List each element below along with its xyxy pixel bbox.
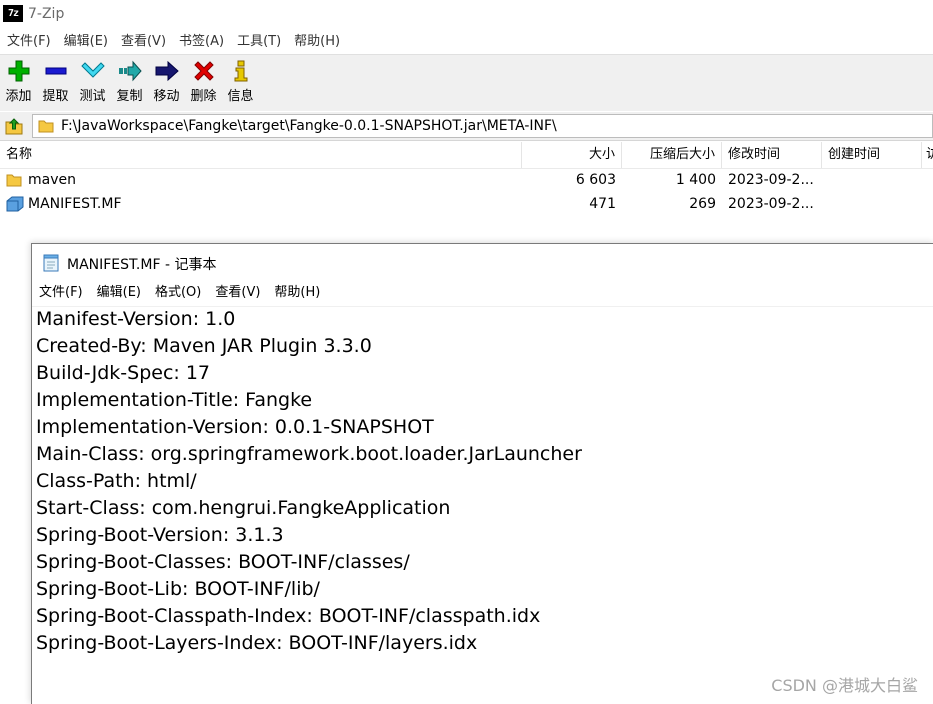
address-path: F:\JavaWorkspace\Fangke\target\Fangke-0.… [61,118,557,134]
notepad-text-area[interactable]: Manifest-Version: 1.0 Created-By: Maven … [36,306,933,704]
extract-button[interactable]: 提取 [37,55,74,111]
folder-icon [6,172,22,192]
column-name[interactable]: 名称 [0,142,522,168]
text-line: Spring-Boot-Lib: BOOT-INF/lib/ [36,578,320,600]
title-bar: 7z 7-Zip [0,0,933,30]
text-line: Main-Class: org.springframework.boot.loa… [36,443,582,465]
delete-button[interactable]: 删除 [185,55,222,111]
file-size: 471 [589,196,616,212]
text-line: Spring-Boot-Classes: BOOT-INF/classes/ [36,551,410,573]
toolbar: 添加 提取 测试 复制 移动 删除 信息 [0,54,933,111]
column-size[interactable]: 大小 [522,142,622,168]
notepad-menu-edit[interactable]: 编辑(E) [90,282,148,304]
column-created[interactable]: 创建时间 [822,142,922,168]
menu-view[interactable]: 查看(V) [115,31,172,53]
info-icon [229,59,253,83]
plus-icon [7,59,31,83]
copy-label: 复制 [116,89,143,104]
notepad-menu-file[interactable]: 文件(F) [32,282,90,304]
add-button[interactable]: 添加 [0,55,37,111]
file-size: 6 603 [575,172,616,188]
7zip-logo-icon: 7z [3,5,23,22]
folder-icon [38,118,54,138]
file-name: maven [28,172,76,188]
text-line: Spring-Boot-Classpath-Index: BOOT-INF/cl… [36,605,541,627]
file-name: MANIFEST.MF [28,196,122,212]
watermark: CSDN @港城大白鲨 [771,676,918,695]
file-modified: 2023-09-2... [728,172,814,188]
text-line: Spring-Boot-Layers-Index: BOOT-INF/layer… [36,632,478,654]
copy-arrow-icon [118,59,142,83]
file-list-header: 名称 大小 压缩后大小 修改时间 创建时间 访 [0,142,933,169]
menu-help[interactable]: 帮助(H) [288,31,346,53]
text-line: Implementation-Version: 0.0.1-SNAPSHOT [36,416,434,438]
menu-edit[interactable]: 编辑(E) [58,31,114,53]
delete-x-icon [192,59,216,83]
column-modified[interactable]: 修改时间 [722,142,822,168]
menu-tools[interactable]: 工具(T) [231,31,287,53]
text-line: Manifest-Version: 1.0 [36,308,236,330]
notepad-title: MANIFEST.MF - 记事本 [67,257,217,273]
notepad-menu-help[interactable]: 帮助(H) [267,282,327,304]
add-label: 添加 [5,89,32,104]
notepad-menu-format[interactable]: 格式(O) [148,282,208,304]
notepad-menu-bar: 文件(F) 编辑(E) 格式(O) 查看(V) 帮助(H) [32,280,933,307]
text-line: Created-By: Maven JAR Plugin 3.3.0 [36,335,372,357]
notepad-menu-view[interactable]: 查看(V) [208,282,267,304]
notepad-icon [42,254,60,276]
text-line: Start-Class: com.hengrui.FangkeApplicati… [36,497,451,519]
delete-label: 删除 [190,89,217,104]
file-packed-size: 269 [689,196,716,212]
column-accessed[interactable]: 访 [922,142,933,168]
test-label: 测试 [79,89,106,104]
text-line: Class-Path: html/ [36,470,197,492]
file-modified: 2023-09-2... [728,196,814,212]
address-input[interactable]: F:\JavaWorkspace\Fangke\target\Fangke-0.… [32,114,933,138]
minus-icon [44,59,68,83]
menu-bookmarks[interactable]: 书签(A) [173,31,230,53]
file-packed-size: 1 400 [675,172,716,188]
text-line: Spring-Boot-Version: 3.1.3 [36,524,284,546]
info-label: 信息 [227,89,254,104]
extract-label: 提取 [42,89,69,104]
move-label: 移动 [153,89,180,104]
window-title: 7-Zip [28,6,65,22]
copy-button[interactable]: 复制 [111,55,148,111]
address-bar: F:\JavaWorkspace\Fangke\target\Fangke-0.… [0,112,933,141]
notepad-window: MANIFEST.MF - 记事本 文件(F) 编辑(E) 格式(O) 查看(V… [31,243,933,704]
menu-file[interactable]: 文件(F) [1,31,57,53]
menu-bar: 文件(F) 编辑(E) 查看(V) 书签(A) 工具(T) 帮助(H) [0,30,933,54]
move-arrow-icon [155,59,179,83]
text-line: Build-Jdk-Spec: 17 [36,362,211,384]
text-line: Implementation-Title: Fangke [36,389,313,411]
up-folder-icon[interactable] [4,116,24,136]
check-chevron-icon [80,59,105,83]
test-button[interactable]: 测试 [74,55,111,111]
move-button[interactable]: 移动 [148,55,185,111]
column-packed-size[interactable]: 压缩后大小 [622,142,722,168]
table-row[interactable]: maven 6 603 1 400 2023-09-2... [0,168,933,192]
table-row[interactable]: MANIFEST.MF 471 269 2023-09-2... [0,192,933,216]
notepad-title-bar: MANIFEST.MF - 记事本 [32,244,933,280]
info-button[interactable]: 信息 [222,55,259,111]
